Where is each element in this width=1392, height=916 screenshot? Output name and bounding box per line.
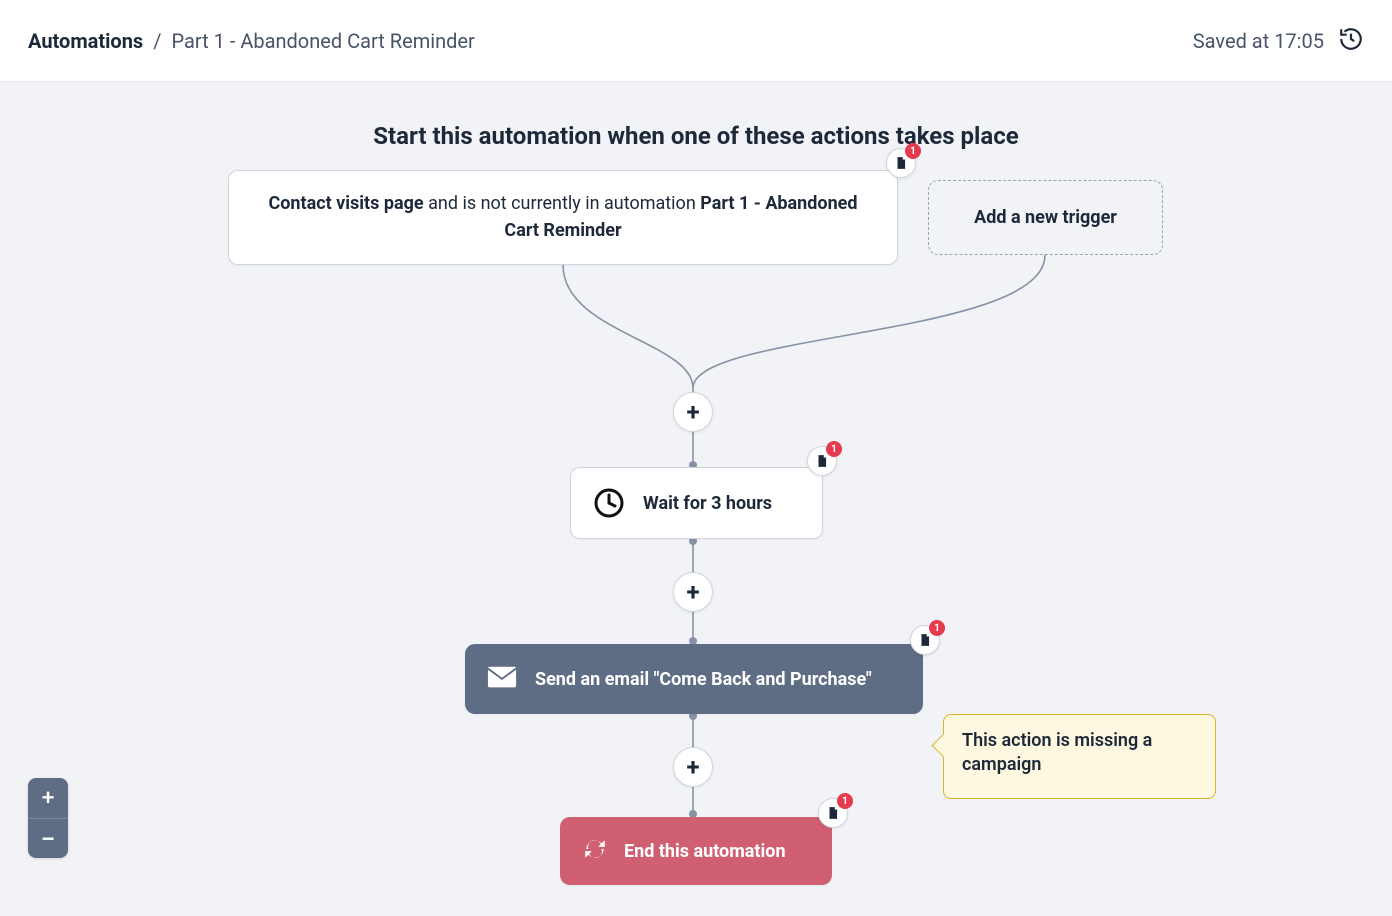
note-badge-count: 1: [929, 620, 945, 636]
zoom-out-button[interactable]: −: [28, 818, 68, 858]
email-label: Send an email "Come Back and Purchase": [535, 669, 872, 690]
trigger-node[interactable]: Contact visits page and is not currently…: [228, 170, 898, 265]
canvas-title: Start this automation when one of these …: [0, 122, 1392, 150]
add-step-button[interactable]: +: [673, 572, 713, 612]
breadcrumb-separator: /: [153, 29, 161, 53]
automation-canvas[interactable]: Start this automation when one of these …: [0, 82, 1392, 916]
add-step-button[interactable]: +: [673, 747, 713, 787]
wait-node[interactable]: Wait for 3 hours: [570, 467, 823, 539]
note-badge-email[interactable]: 1: [910, 625, 940, 655]
note-badge-count: 1: [905, 143, 921, 159]
note-badge-count: 1: [837, 793, 853, 809]
zoom-in-button[interactable]: +: [28, 778, 68, 818]
clock-icon: [593, 487, 625, 519]
add-trigger-label: Add a new trigger: [974, 207, 1117, 228]
end-automation-node[interactable]: End this automation: [560, 817, 832, 885]
mail-icon: [487, 665, 517, 694]
end-label: End this automation: [624, 841, 786, 862]
send-email-node[interactable]: Send an email "Come Back and Purchase": [465, 644, 923, 714]
warning-popover: This action is missing a campaign: [943, 714, 1216, 799]
trigger-text: Contact visits page and is not currently…: [251, 191, 875, 243]
note-badge-trigger[interactable]: 1: [886, 148, 916, 178]
breadcrumb-root[interactable]: Automations: [28, 29, 143, 53]
add-trigger-button[interactable]: Add a new trigger: [928, 180, 1163, 255]
page-header: Automations / Part 1 - Abandoned Cart Re…: [0, 0, 1392, 82]
history-icon[interactable]: [1338, 26, 1364, 56]
zoom-controls: + −: [28, 778, 68, 858]
cycle-icon: [582, 836, 608, 867]
note-badge-end[interactable]: 1: [818, 798, 848, 828]
warning-text: This action is missing a campaign: [962, 730, 1152, 775]
note-badge-count: 1: [826, 441, 842, 457]
breadcrumb-current: Part 1 - Abandoned Cart Reminder: [171, 29, 474, 53]
add-step-button[interactable]: +: [673, 392, 713, 432]
breadcrumb: Automations / Part 1 - Abandoned Cart Re…: [28, 29, 475, 53]
wait-label: Wait for 3 hours: [643, 493, 772, 514]
saved-status: Saved at 17:05: [1193, 29, 1324, 53]
note-badge-wait[interactable]: 1: [807, 446, 837, 476]
